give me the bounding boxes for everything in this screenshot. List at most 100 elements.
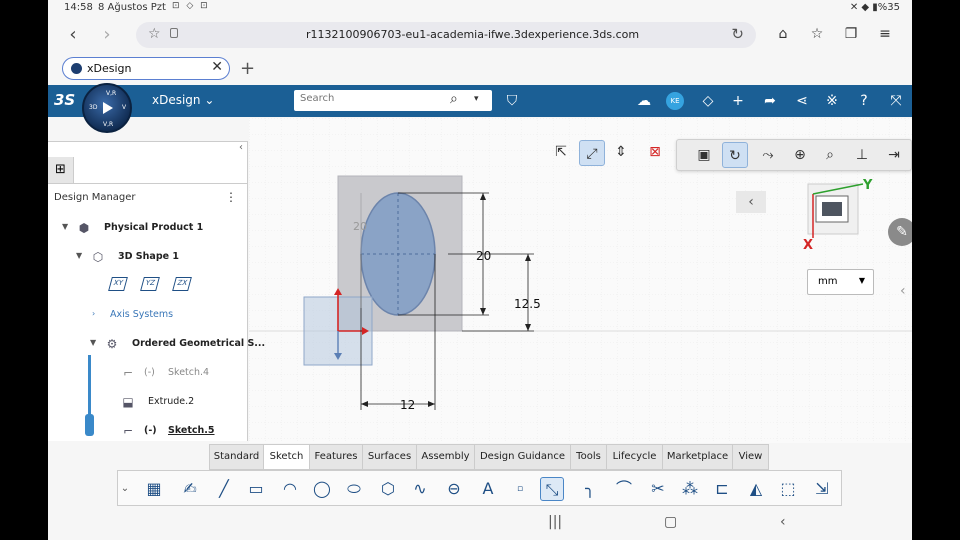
pencil-icon[interactable]: ✎ (888, 218, 912, 246)
zx-plane-icon[interactable]: ZX (172, 277, 192, 291)
trim-icon[interactable]: ✂ (646, 477, 670, 501)
tab-design-guidance[interactable]: Design Guidance (475, 445, 571, 469)
help-icon[interactable]: ? (854, 91, 874, 111)
text-icon[interactable]: A (476, 477, 500, 501)
tag-outline-icon[interactable]: ◇ (698, 91, 718, 111)
tabs-icon[interactable]: ❐ (842, 26, 860, 42)
more-options-icon[interactable]: ⋮ (225, 190, 237, 204)
chevron-right-icon[interactable]: › (92, 309, 95, 318)
exit-sketch-icon[interactable]: ⇲ (810, 477, 834, 501)
search-input[interactable] (300, 93, 440, 104)
tab-tools[interactable]: Tools (571, 445, 607, 469)
back-arrow-icon[interactable]: ‹ (62, 24, 84, 46)
recent-apps-icon[interactable]: ||| (548, 514, 562, 530)
sketch-grid-icon[interactable]: ▦ (142, 477, 166, 501)
tab-view[interactable]: View (733, 445, 768, 469)
offset-icon[interactable]: ⊏ (710, 477, 734, 501)
forward-arrow-icon[interactable]: › (96, 24, 118, 46)
dim-width-value[interactable]: 12 (400, 398, 415, 412)
search-icon[interactable]: ⌕ (450, 91, 458, 107)
search-box[interactable]: ⌕ ▾ (294, 90, 492, 111)
close-tab-icon[interactable]: ✕ (211, 59, 223, 75)
expand-arrow-icon[interactable]: ▼ (62, 222, 68, 231)
slot-icon[interactable]: ⊖ (442, 477, 466, 501)
app-name-menu[interactable]: xDesign ⌄ (152, 93, 214, 107)
compass-widget[interactable]: V,R 3D V V,R (82, 83, 132, 133)
home-button-icon[interactable]: ▢ (664, 514, 677, 530)
star-icon[interactable]: ☆ (148, 26, 161, 42)
dim-offset-value[interactable]: 12.5 (514, 297, 541, 311)
yz-plane-icon[interactable]: YZ (140, 277, 160, 291)
tree-item-sketch-4[interactable]: ⌐ (-) Sketch.4 (120, 364, 240, 384)
expand-arrow-icon[interactable]: ▼ (90, 338, 96, 347)
back-button-icon[interactable]: ‹ (780, 514, 786, 530)
tag-icon[interactable]: ⛉ (502, 91, 522, 111)
reload-icon[interactable]: ↻ (731, 25, 744, 43)
side-panel-chevron-icon[interactable]: ‹ (900, 283, 906, 299)
tab-standard[interactable]: Standard (210, 445, 264, 469)
mirror-icon[interactable]: ◭ (744, 477, 768, 501)
normal-view-icon[interactable]: ▣ (691, 142, 717, 168)
polygon-icon[interactable]: ⬡ (376, 477, 400, 501)
tree-tab-icon[interactable]: ⊞ (48, 157, 74, 183)
share-network-icon[interactable]: ⋖ (792, 91, 812, 111)
apps-icon[interactable]: ※ (822, 91, 842, 111)
url-field[interactable]: ☆ r1132100906703-eu1-academia-ifwe.3dexp… (136, 22, 756, 48)
point-icon[interactable]: ▫ (508, 477, 532, 501)
sketch-pen-icon[interactable]: ✍ (178, 477, 202, 501)
ellipse-icon[interactable]: ⬭ (342, 477, 366, 501)
menu-icon[interactable]: ≡ (876, 26, 894, 42)
rectangle-icon[interactable]: ▭ (244, 477, 268, 501)
chevron-left-icon[interactable]: ‹ (736, 191, 766, 213)
tab-xdesign[interactable]: xDesign ✕ (62, 57, 230, 80)
units-select[interactable]: mm ▼ (807, 269, 874, 295)
collapse-panel-icon[interactable]: ‹ (239, 142, 243, 153)
arc-icon[interactable]: ◠ (278, 477, 302, 501)
pattern-icon[interactable]: ⁂ (678, 477, 702, 501)
ds-logo[interactable]: 3S (54, 91, 75, 109)
project-icon[interactable]: ⬚ (776, 477, 800, 501)
zoom-icon[interactable]: ⌕ (817, 142, 843, 168)
tree-item-sketch-5[interactable]: ⌐ (-) Sketch.5 (120, 422, 240, 442)
chevron-down-icon[interactable]: ▾ (474, 94, 479, 104)
line-icon[interactable]: ╱ (212, 477, 236, 501)
tab-surfaces[interactable]: Surfaces (363, 445, 417, 469)
timeline-handle[interactable] (85, 414, 94, 436)
tab-marketplace[interactable]: Marketplace (663, 445, 733, 469)
share-arrow-icon[interactable]: ➦ (760, 91, 780, 111)
tab-sketch[interactable]: Sketch (264, 445, 310, 469)
tab-lifecycle[interactable]: Lifecycle (607, 445, 663, 469)
smart-dimension-icon[interactable]: ⤢ (579, 140, 605, 166)
select-icon[interactable]: ⇱ (548, 139, 574, 165)
fullscreen-icon[interactable]: ⤧ (886, 91, 906, 111)
dim-height-value[interactable]: 20 (476, 249, 491, 263)
dimension-icon[interactable]: ⤡ (540, 477, 564, 501)
tree-item-extrude-2[interactable]: ⬓ Extrude.2 (120, 393, 240, 413)
home-icon[interactable]: ⌂ (774, 26, 792, 42)
xy-plane-icon[interactable]: XY (108, 277, 128, 291)
spline-icon[interactable]: ∿ (408, 477, 432, 501)
fillet-icon[interactable]: ╮ (578, 477, 602, 501)
bookmarks-icon[interactable]: ☆ (808, 26, 826, 42)
exit-view-icon[interactable]: ⇥ (881, 142, 907, 168)
section-icon[interactable]: ⊥ (849, 142, 875, 168)
tree-item-3d-shape[interactable]: ▼ ⬡ 3D Shape 1 (76, 248, 246, 268)
cloud-icon[interactable]: ☁ (634, 91, 654, 111)
add-icon[interactable]: + (728, 91, 748, 111)
expand-arrow-icon[interactable]: ▼ (76, 251, 82, 260)
chevron-down-icon[interactable]: ⌄ (118, 477, 132, 501)
circle-icon[interactable]: ◯ (310, 477, 334, 501)
tab-features[interactable]: Features (310, 445, 363, 469)
pan-icon[interactable]: ⤳ (755, 142, 781, 168)
dim-faded-value[interactable]: 20 (353, 220, 367, 233)
exit-sketch-icon[interactable]: ⊠ (642, 139, 668, 165)
constraint-icon[interactable]: ⇕ (608, 139, 634, 165)
tab-assembly[interactable]: Assembly (417, 445, 475, 469)
chamfer-icon[interactable]: ⌒ (612, 477, 636, 501)
avatar[interactable]: KE (666, 92, 684, 110)
new-tab-icon[interactable]: + (240, 58, 255, 79)
tree-item-ordered-geometry[interactable]: ▼ ⚙ Ordered Geometrical S... (90, 335, 265, 355)
zoom-area-icon[interactable]: ⊕ (787, 142, 813, 168)
rotate-view-icon[interactable]: ↻ (722, 142, 748, 168)
tree-item-axis-systems[interactable]: › Axis Systems (92, 306, 242, 326)
